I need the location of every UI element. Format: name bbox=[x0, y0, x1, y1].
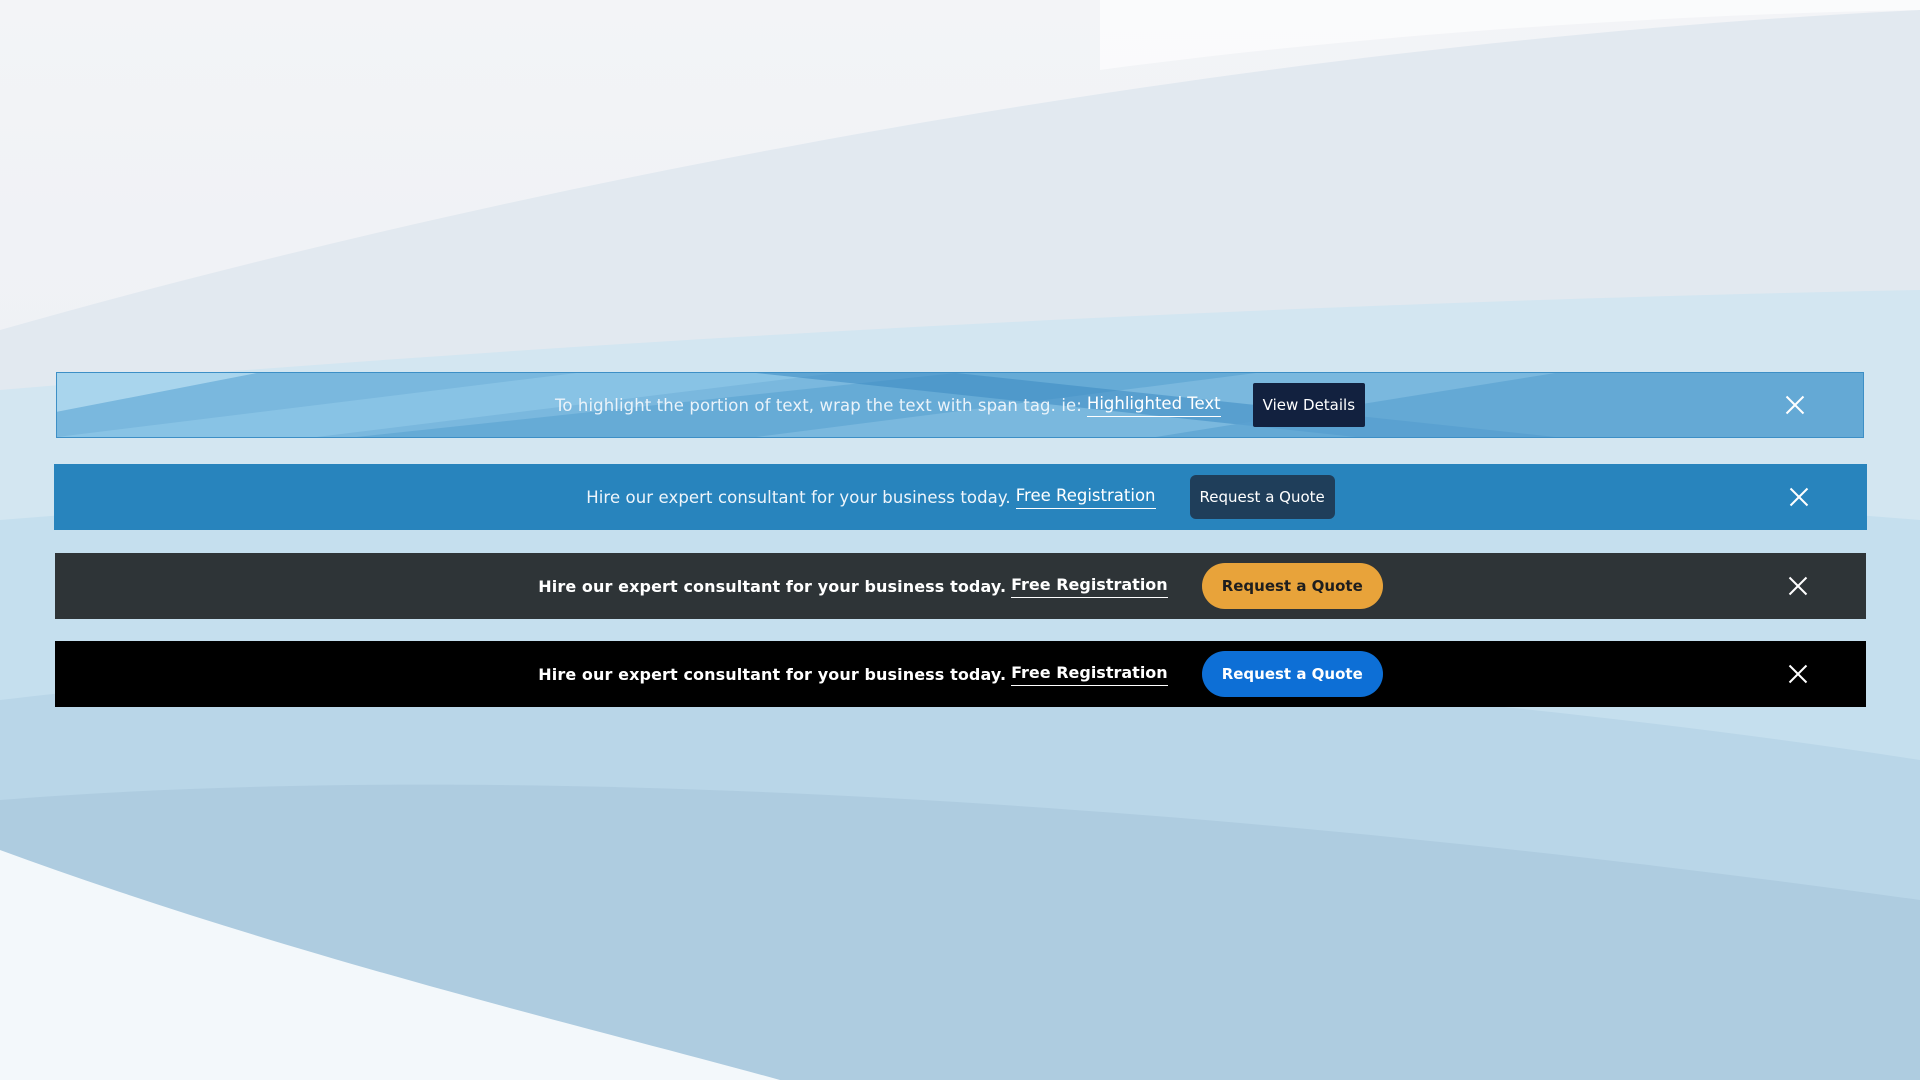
close-icon[interactable] bbox=[1788, 664, 1808, 684]
bar-2-message: Hire our expert consultant for your busi… bbox=[586, 487, 1011, 507]
notification-bar-4: Hire our expert consultant for your busi… bbox=[55, 641, 1866, 707]
notification-bar-3: Hire our expert consultant for your busi… bbox=[55, 553, 1866, 619]
bar-2-link[interactable]: Free Registration bbox=[1015, 486, 1156, 509]
view-details-button[interactable]: View Details bbox=[1252, 383, 1366, 427]
bar-4-message: Hire our expert consultant for your busi… bbox=[538, 664, 1007, 684]
bar-1-link[interactable]: Highlighted Text bbox=[1086, 394, 1221, 417]
bar-3-message: Hire our expert consultant for your busi… bbox=[538, 576, 1007, 596]
close-icon[interactable] bbox=[1788, 576, 1808, 596]
request-quote-button[interactable]: Request a Quote bbox=[1189, 475, 1335, 519]
close-icon[interactable] bbox=[1789, 487, 1809, 507]
bar-1-content: To highlight the portion of text, wrap t… bbox=[554, 383, 1366, 427]
request-quote-button[interactable]: Request a Quote bbox=[1201, 651, 1383, 697]
close-icon[interactable] bbox=[1785, 395, 1805, 415]
bar-1-message: To highlight the portion of text, wrap t… bbox=[554, 395, 1082, 415]
page-background bbox=[0, 0, 1920, 1080]
notification-bar-1: To highlight the portion of text, wrap t… bbox=[56, 372, 1864, 438]
notification-bar-2: Hire our expert consultant for your busi… bbox=[54, 464, 1867, 530]
bar-3-link[interactable]: Free Registration bbox=[1011, 575, 1168, 598]
bar-4-link[interactable]: Free Registration bbox=[1011, 663, 1168, 686]
request-quote-button[interactable]: Request a Quote bbox=[1201, 563, 1383, 609]
